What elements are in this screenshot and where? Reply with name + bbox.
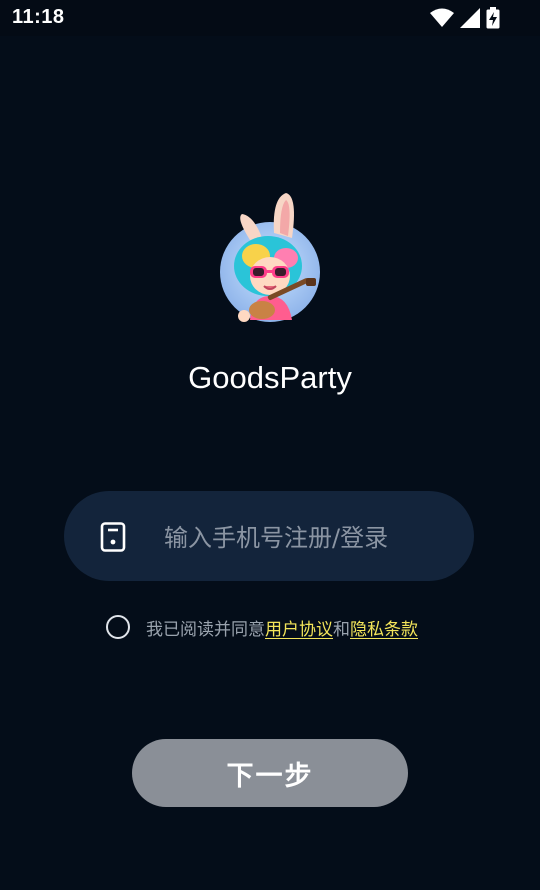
- agreement-checkbox[interactable]: [106, 615, 130, 639]
- agreement-row: 我已阅读并同意 用户协议 和 隐私条款: [106, 614, 418, 640]
- phone-input[interactable]: [162, 518, 456, 558]
- system-icons: [430, 7, 500, 29]
- wifi-icon: [430, 8, 454, 27]
- next-button[interactable]: 下一步: [132, 739, 408, 807]
- privacy-policy-link[interactable]: 隐私条款: [350, 615, 418, 640]
- phone-icon: [100, 522, 126, 552]
- app-logo: [214, 188, 326, 328]
- agreement-and: 和: [333, 619, 350, 640]
- battery-charging-icon: [486, 7, 500, 29]
- app-name: GoodsParty: [188, 360, 352, 395]
- signal-icon: [460, 8, 480, 28]
- status-time: 11:18: [12, 6, 65, 28]
- agreement-prefix: 我已阅读并同意: [146, 619, 265, 640]
- user-agreement-link[interactable]: 用户协议: [265, 615, 333, 640]
- status-bar: 11:18: [0, 0, 540, 36]
